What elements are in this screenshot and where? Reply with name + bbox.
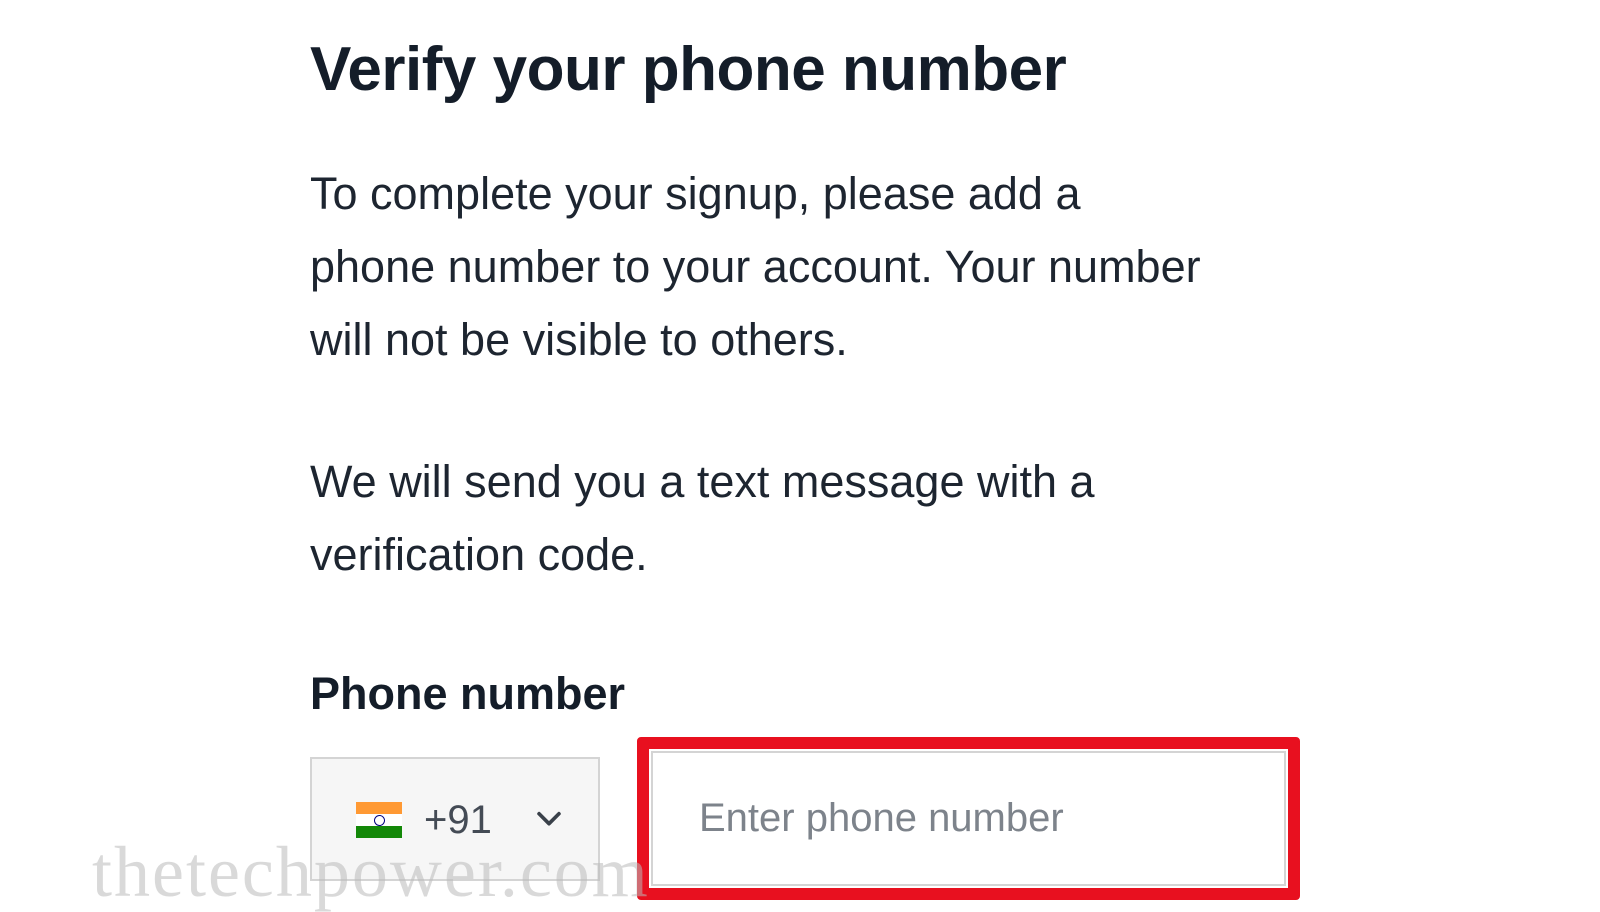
instruction-line: phone number to your account. Your numbe… [310,241,1201,292]
instruction-line: will not be visible to others. [310,314,848,365]
sms-notice-line: We will send you a text message with a [310,456,1095,507]
phone-number-label: Phone number [310,668,626,719]
dial-code: +91 [424,798,492,842]
instruction-line: To complete your signup, please add a [310,168,1081,219]
chevron-down-icon [537,811,561,826]
india-flag-icon [356,802,402,838]
page-title: Verify your phone number [310,35,1067,104]
signup-instructions: To complete your signup, please add a ph… [310,157,1201,376]
sms-notice: We will send you a text message with a v… [310,445,1095,591]
country-code-select[interactable]: +91 [310,757,600,881]
sms-notice-line: verification code. [310,529,648,580]
phone-number-input[interactable] [651,751,1286,886]
